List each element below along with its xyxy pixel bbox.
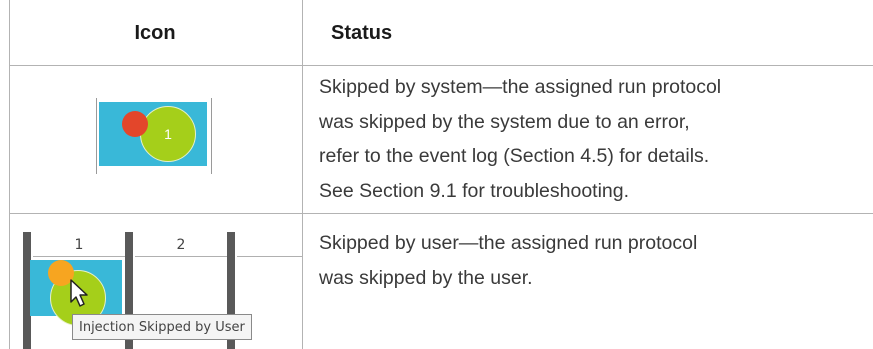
- header-status: Status: [331, 21, 393, 44]
- skipped-by-system-icon: 1: [96, 98, 212, 174]
- column-divider: [302, 0, 303, 349]
- status-line: Skipped by user—the assigned run protoco…: [319, 232, 698, 254]
- column-header: 2: [176, 237, 186, 253]
- column-header-rule: [237, 256, 302, 257]
- skipped-by-user-icon: 1 2 Injection Skipped by User: [23, 232, 302, 349]
- sample-circle: 1: [140, 106, 196, 162]
- status-line: Skipped by system—the assigned run proto…: [319, 76, 722, 98]
- row-1-status-text: Skipped by system—the assigned run proto…: [319, 70, 864, 208]
- skipped-system-dot-icon: [122, 111, 148, 137]
- row-divider: [9, 213, 873, 214]
- well-cell: 1: [99, 102, 207, 166]
- well-number: 1: [164, 126, 172, 142]
- header-icon: Icon: [134, 21, 176, 44]
- row-2-status-text: Skipped by user—the assigned run protoco…: [319, 226, 864, 295]
- tooltip: Injection Skipped by User: [72, 314, 252, 340]
- status-line: was skipped by the user.: [319, 266, 533, 289]
- status-line: refer to the event log (Section 4.5) for…: [319, 145, 710, 167]
- mouse-pointer-icon: [70, 279, 88, 307]
- status-line: was skipped by the system due to an erro…: [319, 110, 690, 133]
- column-header-rule: [33, 256, 125, 257]
- status-line: See Section 9.1 for troubleshooting.: [319, 179, 630, 202]
- column-header: 1: [74, 237, 84, 253]
- status-icon-table: Icon Status 1 Skipped by system—the assi…: [0, 0, 873, 349]
- column-header-rule: [135, 256, 227, 257]
